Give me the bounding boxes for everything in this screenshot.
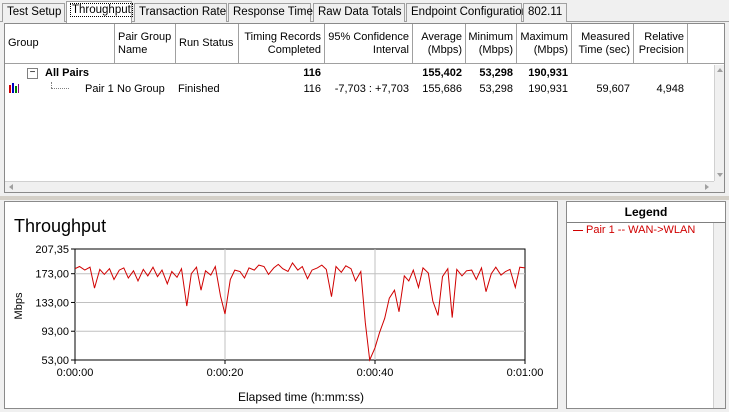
col-header-minimum[interactable]: Minimum (Mbps) <box>466 24 517 64</box>
chart-panel: Throughput Mbps Elapsed time (h:mm:ss) 5… <box>4 201 558 409</box>
col-header-group[interactable]: Group <box>5 24 115 64</box>
pair1-measured-time: 59,607 <box>596 83 630 95</box>
pane-splitter[interactable] <box>0 196 729 200</box>
scroll-down-icon[interactable] <box>717 173 723 177</box>
y-tick-label: 173,00 <box>35 269 69 281</box>
chart-title: Throughput <box>14 216 106 236</box>
tab-throughput[interactable]: Throughput <box>66 1 133 23</box>
y-tick-label: 93,00 <box>41 326 69 338</box>
x-axis-label: Elapsed time (h:mm:ss) <box>238 390 364 404</box>
legend-panel: Legend Pair 1 -- WAN->WLAN <box>566 201 726 409</box>
tab-802-11[interactable]: 802.11 <box>523 3 567 22</box>
legend-divider <box>567 222 725 223</box>
grid-horizontal-scrollbar[interactable] <box>5 181 714 192</box>
pair1-status: Finished <box>178 83 220 95</box>
tab-raw-data-totals[interactable]: Raw Data Totals <box>313 3 405 22</box>
plot-area <box>74 248 526 361</box>
throughput-chart: Throughput Mbps Elapsed time (h:mm:ss) 5… <box>13 216 544 404</box>
pair1-maximum: 190,931 <box>528 83 568 95</box>
col-header-maximum[interactable]: Maximum (Mbps) <box>517 24 572 64</box>
tab-endpoint-configuration[interactable]: Endpoint Configuration <box>406 3 528 22</box>
col-header-average[interactable]: Average (Mbps) <box>413 24 466 64</box>
y-tick-label: 207,35 <box>35 244 69 256</box>
pair1-minimum: 53,298 <box>479 83 513 95</box>
tree-line <box>51 88 69 89</box>
col-header-pair-group-name[interactable]: Pair Group Name <box>115 24 176 64</box>
pair1-average: 155,686 <box>422 83 462 95</box>
all-pairs-timing-records: 116 <box>303 67 321 79</box>
col-header-empty <box>688 24 724 64</box>
pair1-relative-precision: 4,948 <box>656 83 684 95</box>
collapse-toggle[interactable]: − <box>27 68 38 79</box>
chart-grid <box>74 248 526 361</box>
pair1-confidence: -7,703 : +7,703 <box>334 83 409 95</box>
legend-vertical-scrollbar[interactable] <box>713 223 725 408</box>
y-tick-label: 133,00 <box>35 297 69 309</box>
pair1-group-name: No Group <box>117 83 165 95</box>
x-tick-label: 0:01:00 <box>507 367 544 379</box>
y-tick-label: 53,00 <box>41 355 69 367</box>
x-tick-label: 0:00:20 <box>207 367 244 379</box>
x-tick-label: 0:00:40 <box>357 367 394 379</box>
pair1-label[interactable]: Pair 1 <box>85 82 114 96</box>
col-header-run-status[interactable]: Run Status <box>176 24 239 64</box>
col-header-confidence-interval[interactable]: 95% Confidence Interval <box>325 24 413 64</box>
scrollbar-corner <box>714 181 724 192</box>
tab-test-setup[interactable]: Test Setup <box>2 3 65 22</box>
grid-vertical-scrollbar[interactable] <box>714 65 724 181</box>
legend-swatch <box>573 229 583 231</box>
tab-response-time[interactable]: Response Time <box>228 3 313 22</box>
scroll-right-icon[interactable] <box>705 184 709 190</box>
col-header-relative-precision[interactable]: Relative Precision <box>634 24 688 64</box>
pair-icon <box>8 82 20 93</box>
x-tick-label: 0:00:00 <box>57 367 94 379</box>
all-pairs-label[interactable]: All Pairs <box>45 66 89 80</box>
col-header-measured-time[interactable]: Measured Time (sec) <box>572 24 634 64</box>
tab-strip: Test Setup Throughput Transaction Rate R… <box>0 0 729 23</box>
legend-item-label: Pair 1 -- WAN->WLAN <box>586 224 696 236</box>
scroll-up-icon[interactable] <box>717 68 723 72</box>
all-pairs-minimum: 53,298 <box>479 67 513 79</box>
tab-transaction-rate[interactable]: Transaction Rate <box>134 3 227 22</box>
results-grid: Group Pair Group Name Run Status Timing … <box>4 23 725 193</box>
col-header-timing-records[interactable]: Timing Records Completed <box>239 24 325 64</box>
all-pairs-maximum: 190,931 <box>528 67 568 79</box>
all-pairs-average: 155,402 <box>422 67 462 79</box>
legend-item-pair1[interactable]: Pair 1 -- WAN->WLAN <box>573 224 695 236</box>
y-axis-label: Mbps <box>13 292 25 319</box>
legend-title: Legend <box>624 205 668 219</box>
scroll-left-icon[interactable] <box>9 184 13 190</box>
pair1-timing-records: 116 <box>303 83 321 95</box>
